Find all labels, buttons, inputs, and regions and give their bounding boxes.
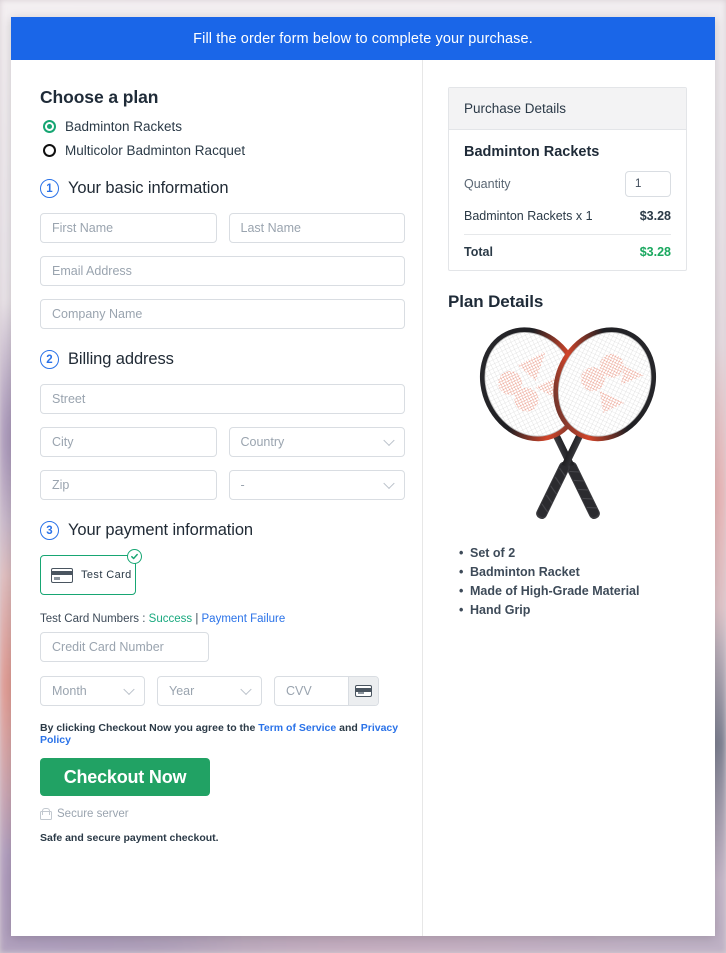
- purchase-details-panel: Purchase Details Badminton Rackets Quant…: [448, 87, 687, 271]
- quantity-label: Quantity: [464, 177, 511, 191]
- radio-unselected-icon[interactable]: [43, 144, 56, 157]
- secure-server-row: Secure server: [40, 808, 405, 820]
- terms-middle: and: [336, 722, 361, 734]
- success-test-card-link[interactable]: Success: [149, 613, 192, 625]
- name-row: First Name Last Name: [40, 213, 405, 243]
- line-item-price: $3.28: [639, 209, 671, 223]
- payment-failure-test-card-link[interactable]: Payment Failure: [202, 613, 286, 625]
- cvv-input[interactable]: CVV: [275, 684, 348, 698]
- checkout-now-button[interactable]: Checkout Now: [40, 758, 210, 796]
- cvv-card-icon-button: [348, 677, 378, 705]
- step-number-badge: 3: [40, 521, 59, 540]
- plan-option-multicolor-racquet[interactable]: Multicolor Badminton Racquet: [40, 143, 405, 158]
- badminton-rackets-product-image: [479, 327, 656, 519]
- chevron-down-icon: [240, 683, 252, 696]
- total-label: Total: [464, 245, 493, 259]
- company-name-input[interactable]: Company Name: [40, 299, 405, 329]
- total-value: $3.28: [639, 245, 671, 259]
- test-card-method-button[interactable]: Test Card: [40, 549, 142, 595]
- expiry-year-value: Year: [169, 684, 195, 698]
- step-number-badge: 1: [40, 179, 59, 198]
- step-payment-information-header: 3 Your payment information: [40, 521, 405, 540]
- city-input[interactable]: City: [40, 427, 217, 457]
- list-item: Set of 2: [459, 545, 687, 562]
- expiry-year-select[interactable]: Year: [157, 676, 262, 706]
- expiry-cvv-row: Month Year CVV: [40, 676, 405, 706]
- expiry-month-select[interactable]: Month: [40, 676, 145, 706]
- list-item: Hand Grip: [459, 602, 687, 619]
- state-select-value: -: [240, 478, 245, 492]
- country-select-value: Country: [240, 435, 285, 449]
- term-of-service-link[interactable]: Term of Service: [258, 722, 336, 734]
- page-banner: Fill the order form below to complete yo…: [11, 17, 715, 60]
- credit-card-icon: [51, 567, 73, 583]
- country-select[interactable]: Country: [228, 427, 405, 457]
- summary-product-name: Badminton Rackets: [464, 144, 600, 160]
- step-title: Your basic information: [68, 179, 229, 197]
- cvv-field-group[interactable]: CVV: [274, 676, 379, 706]
- list-item: Badminton Racket: [459, 564, 687, 581]
- checkout-card: Fill the order form below to complete yo…: [11, 17, 715, 936]
- plan-details-title: Plan Details: [448, 292, 544, 311]
- lock-icon: [40, 808, 52, 820]
- chevron-down-icon: [123, 683, 135, 696]
- city-country-row: City Country: [40, 427, 405, 457]
- chevron-down-icon: [383, 434, 395, 447]
- zip-state-row: Zip -: [40, 470, 405, 500]
- list-item: Made of High-Grade Material: [459, 583, 687, 600]
- zip-input[interactable]: Zip: [40, 470, 217, 500]
- step-basic-information-header: 1 Your basic information: [40, 179, 405, 198]
- summary-column: Purchase Details Badminton Rackets Quant…: [423, 60, 715, 936]
- step-title: Billing address: [68, 350, 174, 368]
- radio-selected-icon[interactable]: [43, 120, 56, 133]
- first-name-input[interactable]: First Name: [40, 213, 217, 243]
- test-card-numbers-row: Test Card Numbers : Success | Payment Fa…: [40, 613, 405, 625]
- check-circle-icon: [127, 549, 142, 564]
- safe-payment-note: Safe and secure payment checkout.: [40, 832, 219, 844]
- plan-option-label: Badminton Rackets: [65, 119, 183, 134]
- choose-plan-heading: Choose a plan: [40, 87, 159, 107]
- credit-card-number-input[interactable]: Credit Card Number: [40, 632, 209, 662]
- test-card-label: Test Card: [81, 569, 132, 581]
- quantity-row: Quantity 1: [464, 171, 671, 197]
- last-name-input[interactable]: Last Name: [228, 213, 405, 243]
- plan-option-badminton-rackets[interactable]: Badminton Rackets: [40, 119, 405, 134]
- secure-server-label: Secure server: [57, 808, 129, 820]
- email-address-input[interactable]: Email Address: [40, 256, 405, 286]
- link-separator: |: [192, 613, 202, 625]
- quantity-input[interactable]: 1: [625, 171, 671, 197]
- street-input[interactable]: Street: [40, 384, 405, 414]
- credit-card-icon: [355, 685, 372, 697]
- purchase-details-body: Badminton Rackets Quantity 1 Badminton R…: [449, 130, 686, 270]
- chevron-down-icon: [383, 477, 395, 490]
- expiry-month-value: Month: [52, 684, 87, 698]
- summary-line-item: Badminton Rackets x 1 $3.28: [464, 209, 671, 235]
- plan-option-label: Multicolor Badminton Racquet: [65, 143, 246, 158]
- purchase-details-header: Purchase Details: [449, 88, 686, 130]
- step-title: Your payment information: [68, 521, 254, 539]
- summary-total-row: Total $3.28: [464, 245, 671, 259]
- test-card-numbers-label: Test Card Numbers :: [40, 613, 149, 625]
- step-billing-address-header: 2 Billing address: [40, 350, 405, 369]
- line-item-name: Badminton Rackets x 1: [464, 209, 593, 223]
- step-number-badge: 2: [40, 350, 59, 369]
- plan-features-list: Set of 2 Badminton Racket Made of High-G…: [448, 545, 687, 619]
- order-form-column: Choose a plan Badminton Rackets Multicol…: [11, 60, 423, 936]
- state-select[interactable]: -: [228, 470, 405, 500]
- terms-agreement-text: By clicking Checkout Now you agree to th…: [40, 722, 405, 746]
- terms-prefix: By clicking Checkout Now you agree to th…: [40, 722, 259, 734]
- card-body: Choose a plan Badminton Rackets Multicol…: [11, 60, 715, 936]
